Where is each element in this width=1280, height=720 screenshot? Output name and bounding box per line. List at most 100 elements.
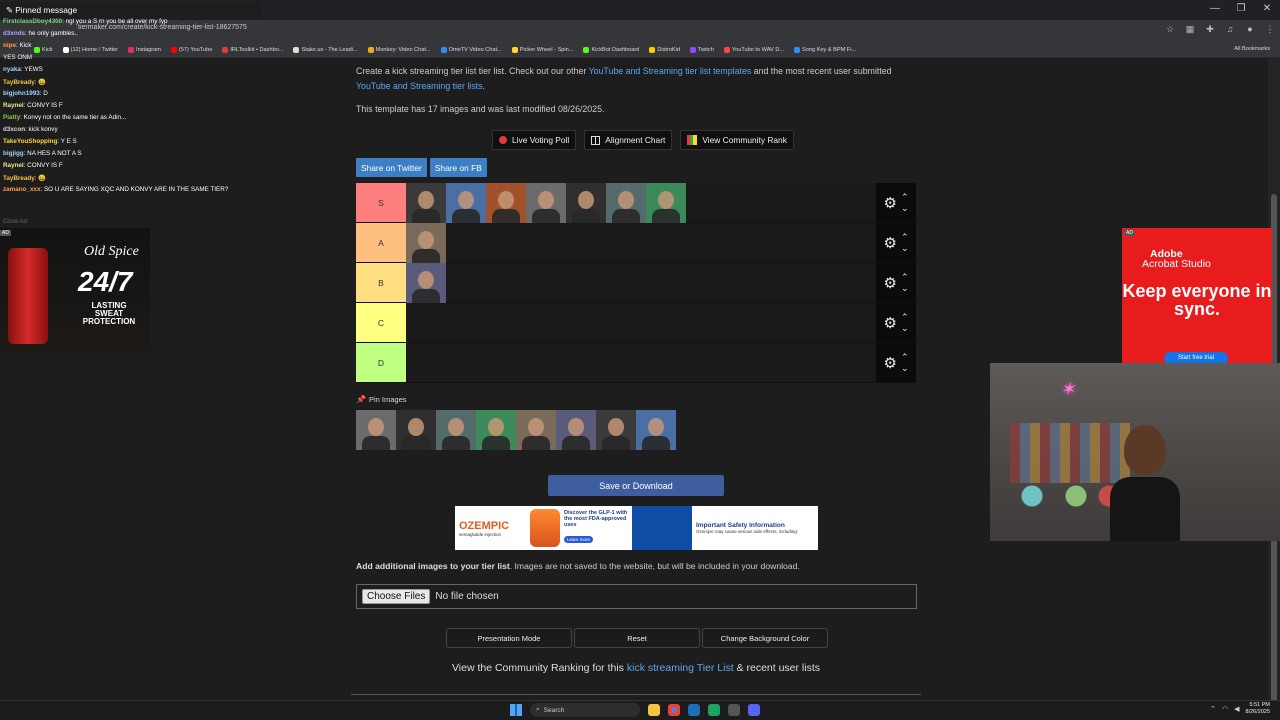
tier-items[interactable] <box>406 223 876 263</box>
tray-chevron-icon[interactable]: ⌃ <box>1210 705 1216 713</box>
chat-username[interactable]: bigjohn1993 <box>3 90 40 97</box>
chevron-up-icon[interactable]: ⌃ <box>901 232 909 243</box>
gear-icon[interactable]: ⚙ <box>884 234 897 252</box>
gear-icon[interactable]: ⚙ <box>884 354 897 372</box>
clock[interactable]: 5:51 PM 8/26/2025 <box>1246 702 1270 716</box>
user-lists-link[interactable]: YouTube and Streaming tier lists <box>356 81 483 91</box>
maximize-button[interactable]: ❐ <box>1228 0 1254 20</box>
app-icon-green[interactable] <box>708 704 720 716</box>
tier-items[interactable] <box>406 183 876 223</box>
alignment-chart-button[interactable]: Alignment Chart <box>584 130 673 150</box>
gear-icon[interactable]: ⚙ <box>884 194 897 212</box>
chevron-down-icon[interactable]: ⌄ <box>901 323 909 334</box>
adobe-ad[interactable]: AD Adobe Acrobat Studio Keep everyone in… <box>1122 228 1272 364</box>
bookmark-item[interactable]: DistroKid <box>649 46 680 53</box>
tier-image[interactable] <box>406 223 446 263</box>
tier-image[interactable] <box>646 183 686 223</box>
wifi-icon[interactable]: ◠ <box>1222 705 1228 713</box>
chevron-up-icon[interactable]: ⌃ <box>901 352 909 363</box>
tier-label[interactable]: D <box>356 343 406 382</box>
tier-image[interactable] <box>606 183 646 223</box>
minimize-button[interactable]: — <box>1202 0 1228 20</box>
tier-label[interactable]: B <box>356 263 406 302</box>
chat-username[interactable]: d3xcon <box>3 126 25 133</box>
tier-image[interactable] <box>406 263 446 303</box>
chat-username[interactable]: TakeYouShopping <box>3 138 57 145</box>
tier-image[interactable] <box>526 183 566 223</box>
tier-items[interactable] <box>406 303 876 342</box>
pin-image[interactable] <box>636 410 676 450</box>
community-rank-button[interactable]: View Community Rank <box>680 130 794 150</box>
chat-username[interactable]: TayBready <box>3 175 35 182</box>
star-icon[interactable]: ☆ <box>1164 24 1176 35</box>
gear-icon[interactable]: ⚙ <box>884 274 897 292</box>
extension-icon[interactable]: ▦ <box>1184 24 1196 35</box>
chat-username[interactable]: nyaka <box>3 66 21 73</box>
save-download-button[interactable]: Save or Download <box>548 475 724 496</box>
close-window-button[interactable]: ✕ <box>1254 0 1280 20</box>
tier-label[interactable]: A <box>356 223 406 262</box>
pin-image[interactable] <box>556 410 596 450</box>
bookmark-item[interactable]: Song Key & BPM Fi... <box>794 46 856 53</box>
chat-username[interactable]: zamano_xxx <box>3 186 40 193</box>
pin-image[interactable] <box>396 410 436 450</box>
bookmark-item[interactable]: OmeTV Video Chat... <box>440 46 502 53</box>
bookmark-item[interactable]: Picker Wheel - Spin... <box>511 46 573 53</box>
profile-icon[interactable]: ● <box>1244 24 1256 35</box>
share-fb-button[interactable]: Share on FB <box>429 158 487 177</box>
old-spice-ad[interactable]: AD Old Spice 24/7 LASTING SWEAT PROTECTI… <box>0 228 150 353</box>
pin-image[interactable] <box>516 410 556 450</box>
media-icon[interactable]: ♫ <box>1224 24 1236 35</box>
tier-items[interactable] <box>406 263 876 303</box>
file-explorer-icon[interactable] <box>648 704 660 716</box>
taskbar-search[interactable]: ⌕ Search <box>530 703 640 717</box>
bookmark-item[interactable]: YouTube to WAV D... <box>723 46 784 53</box>
tier-label[interactable]: C <box>356 303 406 342</box>
discord-icon[interactable] <box>748 704 760 716</box>
tier-image[interactable] <box>566 183 606 223</box>
menu-icon[interactable]: ⋮ <box>1264 24 1276 35</box>
chat-username[interactable]: bigjigg <box>3 150 24 157</box>
bookmark-item[interactable]: Stake.us - The Leadi... <box>293 46 358 53</box>
chevron-up-icon[interactable]: ⌃ <box>901 272 909 283</box>
volume-icon[interactable]: ◀ <box>1234 705 1239 713</box>
tier-image[interactable] <box>406 183 446 223</box>
windows-start-icon[interactable] <box>510 704 522 716</box>
chat-username[interactable]: Piatty <box>3 114 20 121</box>
pin-image[interactable] <box>436 410 476 450</box>
change-bg-color-button[interactable]: Change Background Color <box>702 628 828 648</box>
pin-image[interactable] <box>596 410 636 450</box>
chat-username[interactable]: d3xnds <box>3 30 25 37</box>
puzzle-icon[interactable]: ✚ <box>1204 24 1216 35</box>
bookmark-item[interactable]: Twitch <box>690 46 714 53</box>
app-icon-grey[interactable] <box>728 704 740 716</box>
reset-button[interactable]: Reset <box>574 628 700 648</box>
choose-files-button[interactable]: Choose Files <box>362 589 431 604</box>
pin-image[interactable] <box>356 410 396 450</box>
presentation-mode-button[interactable]: Presentation Mode <box>446 628 572 648</box>
chevron-down-icon[interactable]: ⌄ <box>901 203 909 214</box>
close-ad-button[interactable]: Close Ad <box>3 219 27 225</box>
live-voting-button[interactable]: Live Voting Poll <box>492 130 577 150</box>
chat-username[interactable]: Raynel <box>3 102 24 109</box>
tier-items[interactable] <box>406 343 876 382</box>
file-input[interactable]: Choose Files No file chosen <box>356 584 917 609</box>
bookmark-item[interactable]: Monkey: Video Chat... <box>367 46 431 53</box>
ozempic-ad[interactable]: OZEMPIC semaglutide injection Discover th… <box>455 506 818 550</box>
chat-username[interactable]: FirstclassDboy4300 <box>3 18 62 25</box>
chrome-icon[interactable] <box>668 704 680 716</box>
tier-label[interactable]: S <box>356 183 406 222</box>
ad-learn-more[interactable]: Learn more <box>564 536 594 543</box>
templates-link[interactable]: YouTube and Streaming tier list template… <box>589 66 752 76</box>
chevron-up-icon[interactable]: ⌃ <box>901 192 909 203</box>
chat-username[interactable]: oipe <box>3 42 16 49</box>
chevron-down-icon[interactable]: ⌄ <box>901 243 909 254</box>
chevron-down-icon[interactable]: ⌄ <box>901 363 909 374</box>
chevron-up-icon[interactable]: ⌃ <box>901 312 909 323</box>
chevron-down-icon[interactable]: ⌄ <box>901 283 909 294</box>
pin-image[interactable] <box>476 410 516 450</box>
tier-image[interactable] <box>446 183 486 223</box>
share-twitter-button[interactable]: Share on Twitter <box>356 158 427 177</box>
steam-icon[interactable] <box>688 704 700 716</box>
bookmark-item[interactable]: KickBot Dashboard <box>583 46 639 53</box>
